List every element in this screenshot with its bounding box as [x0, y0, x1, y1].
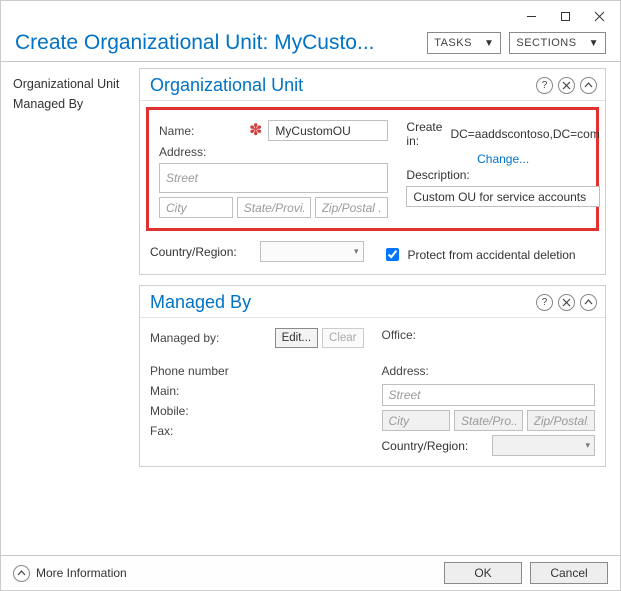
titlebar	[1, 1, 620, 31]
minimize-button[interactable]	[514, 4, 548, 28]
chevron-down-icon: ▾	[585, 440, 590, 451]
sidebar: Organizational Unit Managed By	[1, 68, 139, 555]
close-section-icon[interactable]	[558, 77, 575, 94]
chevron-down-icon: ▼	[589, 38, 599, 49]
maximize-button[interactable]	[548, 4, 582, 28]
help-icon[interactable]: ?	[536, 294, 553, 311]
address-label: Address:	[159, 145, 245, 159]
chevron-down-icon: ▾	[354, 246, 359, 257]
country-label: Country/Region:	[150, 245, 260, 259]
sections-label: SECTIONS	[516, 37, 576, 49]
mb-state-input	[454, 410, 523, 431]
description-input[interactable]	[406, 186, 599, 207]
mobile-phone-label: Mobile:	[150, 404, 250, 418]
clear-button[interactable]: Clear	[322, 328, 363, 348]
mb-country-select: ▾	[492, 435, 596, 456]
chevron-down-icon: ▼	[484, 38, 494, 49]
description-label: Description:	[406, 168, 469, 182]
page-title: Create Organizational Unit: MyCusto...	[15, 31, 419, 55]
fax-label: Fax:	[150, 424, 250, 438]
create-in-path: DC=aaddscontoso,DC=com	[450, 127, 599, 141]
office-label: Office:	[382, 328, 482, 342]
managed-by-label: Managed by:	[150, 331, 250, 345]
country-select[interactable]: ▾	[260, 241, 364, 262]
protect-checkbox[interactable]	[386, 248, 399, 261]
zip-input[interactable]	[315, 197, 389, 218]
protect-label: Protect from accidental deletion	[408, 248, 576, 262]
name-label: Name:	[159, 124, 245, 138]
section-title-mb: Managed By	[150, 292, 531, 313]
street-input[interactable]	[159, 163, 388, 193]
ok-button[interactable]: OK	[444, 562, 522, 584]
tasks-dropdown[interactable]: TASKS ▼	[427, 32, 501, 54]
sidebar-item-organizational-unit[interactable]: Organizational Unit	[11, 74, 135, 94]
footer: More Information OK Cancel	[1, 555, 620, 590]
phone-label: Phone number	[150, 364, 250, 378]
city-input[interactable]	[159, 197, 233, 218]
create-in-label: Create in:	[406, 120, 442, 148]
mb-address-label: Address:	[382, 364, 482, 378]
name-input[interactable]	[268, 120, 388, 141]
mb-city-input	[382, 410, 451, 431]
section-organizational-unit: Organizational Unit ? Name: ✽	[139, 68, 606, 275]
cancel-button[interactable]: Cancel	[530, 562, 608, 584]
section-managed-by: Managed By ? Managed by: Edit...	[139, 285, 606, 467]
chevron-up-icon	[13, 565, 30, 582]
sidebar-item-managed-by[interactable]: Managed By	[11, 94, 135, 114]
highlighted-fields: Name: ✽ Address:	[146, 107, 599, 231]
mb-zip-input	[527, 410, 596, 431]
collapse-icon[interactable]	[580, 77, 597, 94]
main-phone-label: Main:	[150, 384, 250, 398]
sections-dropdown[interactable]: SECTIONS ▼	[509, 32, 606, 54]
more-info-label: More Information	[36, 566, 127, 580]
help-icon[interactable]: ?	[536, 77, 553, 94]
more-information-toggle[interactable]: More Information	[13, 565, 127, 582]
state-input[interactable]	[237, 197, 311, 218]
header: Create Organizational Unit: MyCusto... T…	[1, 31, 620, 62]
edit-button[interactable]: Edit...	[275, 328, 318, 348]
mb-street-input	[382, 384, 596, 406]
close-button[interactable]	[582, 4, 616, 28]
tasks-label: TASKS	[434, 37, 472, 49]
close-section-icon[interactable]	[558, 294, 575, 311]
change-link[interactable]: Change...	[477, 152, 529, 166]
section-title-ou: Organizational Unit	[150, 75, 531, 96]
mb-country-label: Country/Region:	[382, 439, 492, 453]
collapse-icon[interactable]	[580, 294, 597, 311]
